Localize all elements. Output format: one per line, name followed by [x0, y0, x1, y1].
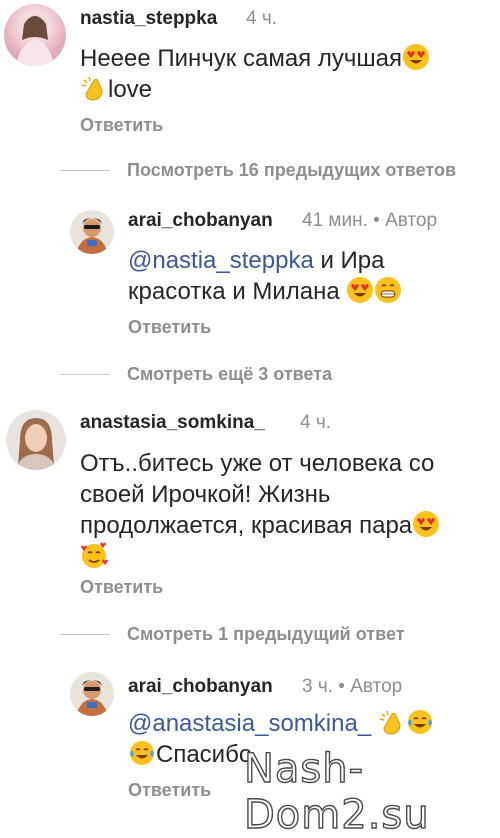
reply-button[interactable]: Ответить	[80, 577, 163, 598]
tears-of-joy-emoji-icon	[406, 710, 434, 737]
watermark-text: Nash-Dom2.su	[243, 745, 430, 838]
comment-username[interactable]: arai_chobanyan	[128, 210, 273, 232]
avatar[interactable]	[70, 210, 114, 254]
comment-time: 4 ч.	[246, 8, 278, 29]
reply-button[interactable]: Ответить	[128, 780, 211, 801]
tears-of-joy-emoji-icon	[128, 741, 156, 768]
avatar[interactable]	[4, 4, 66, 66]
reply-button[interactable]: Ответить	[128, 317, 211, 338]
clapping-hands-emoji-icon	[378, 710, 406, 737]
comment-text-line: и Ира	[313, 247, 385, 274]
clapping-hands-emoji-icon	[80, 76, 108, 103]
avatar[interactable]	[6, 410, 66, 470]
reply-button[interactable]: Ответить	[80, 115, 163, 136]
mention-link[interactable]: @nastia_steppka	[128, 247, 314, 274]
comment-text-line: Неeee Пинчук самая лучшая	[80, 45, 402, 72]
comment-username[interactable]: nastia_steppka	[80, 8, 217, 30]
grinning-emoji-icon	[374, 277, 402, 305]
divider-line	[60, 374, 110, 375]
comment-time: 41 мин. • Автор	[302, 210, 438, 231]
comment-text-line: красотка и Милана	[128, 278, 340, 305]
comment-time: 3 ч. • Автор	[302, 676, 403, 697]
view-previous-reply-button[interactable]: Смотреть 1 предыдущий ответ	[127, 624, 405, 645]
view-previous-replies-button[interactable]: Посмотреть 16 предыдущих ответов	[127, 160, 500, 181]
comment-text-line: Отъ..битесь уже от человека со	[80, 450, 435, 477]
smiling-face-with-hearts-emoji-icon	[80, 542, 108, 570]
comment-time: 4 ч.	[300, 412, 332, 433]
comment-text-line: продолжается, красивая пара	[80, 512, 413, 539]
comment-text-line: Спасибо	[156, 741, 253, 768]
divider-line	[60, 170, 110, 171]
heart-eyes-emoji-icon	[412, 511, 440, 539]
comment-username[interactable]: anastasia_somkina_	[80, 412, 265, 434]
view-more-replies-button[interactable]: Смотреть ещё 3 ответа	[127, 364, 332, 385]
avatar[interactable]	[70, 672, 114, 716]
comment-text: @nastia_steppka и Ира красотка и Милана	[128, 245, 488, 307]
comment-username[interactable]: arai_chobanyan	[128, 676, 273, 698]
mention-link[interactable]: @anastasia_somkina_	[128, 710, 371, 737]
comment-text: Неeee Пинчук самая лучшая love	[80, 43, 490, 105]
divider-line	[60, 634, 110, 635]
comment-text: Отъ..битесь уже от человека со своей Иро…	[80, 448, 495, 572]
comment-text-line: love	[108, 76, 153, 103]
heart-eyes-emoji-icon	[346, 277, 374, 305]
heart-eyes-emoji-icon	[402, 44, 430, 72]
comment-text-line: своей Ирочкой! Жизнь	[80, 481, 331, 508]
